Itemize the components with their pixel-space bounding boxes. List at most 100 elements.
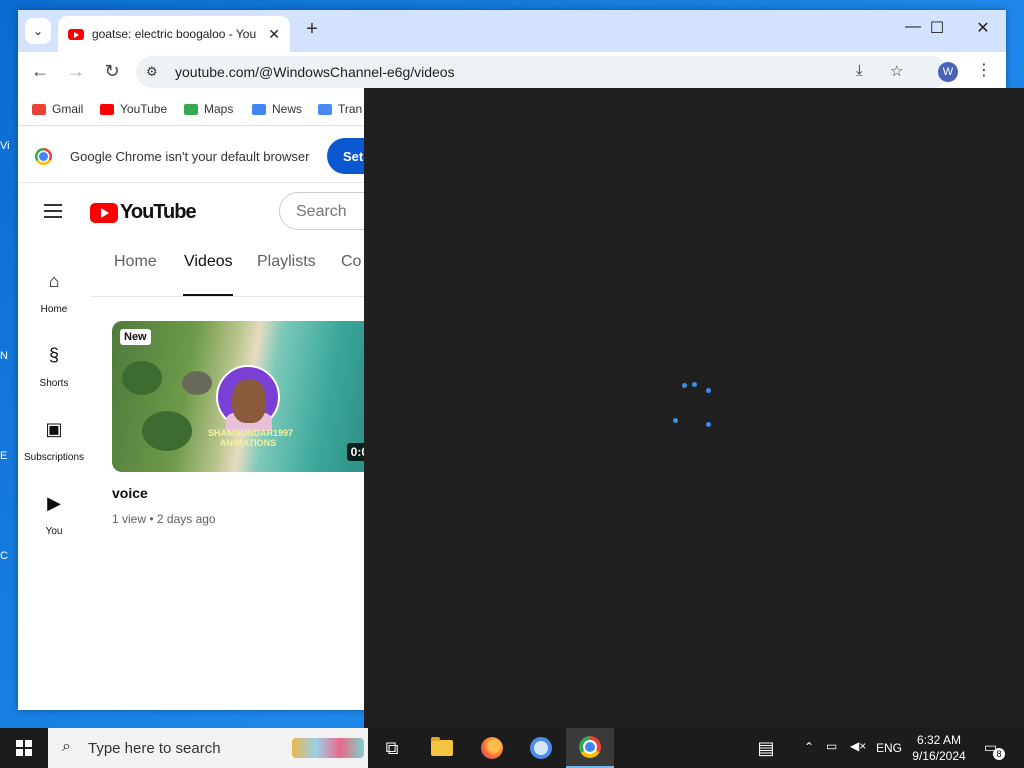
video-title[interactable]: voice	[112, 485, 148, 501]
network-icon[interactable]: ▭	[826, 739, 837, 753]
tab-strip: ⌄ goatse: electric boogaloo - You ✕ + — …	[18, 10, 1006, 52]
chrome-taskbar-icon[interactable]	[566, 728, 614, 768]
video-thumbnail[interactable]: New SHAMSUNDAR1997 ANIMATIONS 0:0	[112, 321, 372, 472]
sidebar-item-you[interactable]: ▶ You	[18, 493, 90, 539]
maximize-button[interactable]: ☐	[922, 18, 952, 38]
chrome-logo-icon	[35, 148, 52, 165]
sidebar-item-subscriptions[interactable]: ▣ Subscriptions	[18, 419, 90, 465]
tab-title: goatse: electric boogaloo - You	[92, 27, 257, 41]
thumbnail-house	[182, 371, 212, 395]
site-info-icon[interactable]: ⚙	[146, 64, 158, 80]
desktop-icon-partial[interactable]: E	[0, 450, 18, 474]
youtube-play-icon	[90, 202, 118, 223]
spinner-dot	[706, 422, 711, 427]
bookmark-news[interactable]: News	[252, 102, 302, 116]
browser-toolbar: ← → ↻ ⚙ youtube.com/@WindowsChannel-e6g/…	[18, 52, 1006, 92]
bookmark-label: Maps	[204, 102, 234, 116]
desktop-icon-partial[interactable]: C	[0, 550, 18, 574]
bookmark-youtube[interactable]: YouTube	[100, 102, 167, 116]
menu-kebab-icon[interactable]: ⋮	[976, 60, 992, 80]
news-widget-icon[interactable]: ▤	[742, 728, 790, 768]
active-tab-indicator	[183, 294, 233, 296]
translate-icon	[318, 103, 332, 115]
spinner-dot	[682, 383, 687, 388]
tabs-divider	[90, 296, 364, 297]
maps-icon	[184, 103, 198, 115]
start-button[interactable]	[0, 728, 48, 768]
reload-icon[interactable]: ↻	[100, 61, 124, 82]
subscriptions-icon: ▣	[45, 419, 63, 439]
new-badge: New	[120, 329, 151, 345]
language-indicator[interactable]: ENG	[876, 741, 902, 755]
tab-close-icon[interactable]: ✕	[268, 26, 280, 43]
clock-date: 9/16/2024	[912, 749, 966, 763]
tab-videos[interactable]: Videos	[184, 253, 233, 271]
notification-count-badge: 8	[993, 748, 1005, 760]
hamburger-menu-icon[interactable]	[44, 204, 62, 218]
address-bar[interactable]: ⚙ youtube.com/@WindowsChannel-e6g/videos…	[136, 56, 948, 88]
youtube-logo-text: YouTube	[120, 201, 197, 223]
bookmark-label: News	[272, 102, 303, 116]
you-icon: ▶	[47, 493, 61, 513]
shorts-icon: §	[48, 345, 59, 365]
bookmark-translate[interactable]: Tran	[318, 102, 362, 116]
spinner-dot	[692, 382, 697, 387]
tray-chevron-up-icon[interactable]: ⌃	[804, 740, 814, 754]
search-icon: ⌕	[62, 738, 71, 755]
back-arrow-icon[interactable]: ←	[28, 61, 52, 82]
youtube-favicon-icon	[68, 28, 84, 40]
bookmark-maps[interactable]: Maps	[184, 102, 233, 116]
loading-overlay-window	[364, 88, 1024, 728]
bookmark-label: Gmail	[52, 102, 84, 116]
sidebar-label: You	[45, 526, 63, 537]
tab-search-button[interactable]: ⌄	[25, 18, 51, 44]
file-explorer-icon[interactable]	[418, 728, 466, 768]
thumbnail-watermark: SHAMSUNDAR1997 ANIMATIONS	[208, 428, 294, 448]
desktop-icon-partial[interactable]: Vi	[0, 140, 18, 164]
firefox-icon[interactable]	[468, 728, 516, 768]
install-app-icon[interactable]: ⤓	[856, 62, 863, 79]
default-browser-infobar: Google Chrome isn't your default browser…	[18, 127, 387, 183]
forward-arrow-icon[interactable]: →	[64, 61, 88, 82]
clock-time: 6:32 AM	[916, 733, 962, 747]
news-icon	[252, 103, 266, 115]
youtube-icon	[100, 103, 114, 115]
sidebar-label: Home	[40, 304, 68, 315]
desktop-icon-partial[interactable]: N	[0, 350, 18, 374]
avatar-face	[232, 379, 266, 423]
search-highlight-icon	[292, 738, 364, 758]
chromium-icon[interactable]	[517, 728, 565, 768]
chevron-down-icon: ⌄	[32, 24, 44, 38]
close-window-button[interactable]: ✕	[968, 18, 998, 38]
profile-avatar[interactable]: W	[938, 62, 958, 82]
bookmark-label: Tran	[338, 102, 363, 116]
taskbar-search-text: Type here to search	[88, 740, 221, 757]
channel-avatar	[216, 365, 280, 431]
sidebar-item-home[interactable]: ⌂ Home	[18, 271, 90, 317]
bookmark-star-icon[interactable]: ☆	[890, 62, 903, 80]
gmail-icon	[32, 103, 46, 115]
tab-community[interactable]: Co	[341, 253, 361, 271]
bookmark-label: YouTube	[120, 102, 168, 116]
thumbnail-tree	[122, 361, 162, 395]
thumbnail-tree	[142, 411, 192, 451]
browser-tab-active[interactable]: goatse: electric boogaloo - You ✕	[58, 16, 290, 52]
windows-taskbar: ⌕ Type here to search ⧉ ▤ ⌃ ▭ ◀× ENG 6:3…	[0, 728, 1024, 768]
youtube-logo[interactable]: YouTube	[90, 201, 197, 224]
tab-playlists[interactable]: Playlists	[257, 253, 316, 271]
spinner-dot	[673, 418, 678, 423]
url-text[interactable]: youtube.com/@WindowsChannel-e6g/videos	[175, 64, 455, 80]
tab-home[interactable]: Home	[114, 253, 157, 271]
task-view-icon[interactable]: ⧉	[368, 728, 416, 768]
volume-muted-icon[interactable]: ◀×	[850, 739, 866, 753]
taskbar-search-box[interactable]: ⌕ Type here to search	[48, 728, 368, 768]
new-tab-button[interactable]: +	[300, 18, 324, 41]
sidebar-item-shorts[interactable]: § Shorts	[18, 345, 90, 391]
infobar-message: Google Chrome isn't your default browser	[70, 149, 310, 164]
bookmark-gmail[interactable]: Gmail	[32, 102, 83, 116]
taskbar-clock[interactable]: 6:32 AM 9/16/2024	[906, 732, 972, 764]
spinner-dot	[706, 388, 711, 393]
sidebar-label: Shorts	[39, 378, 69, 389]
youtube-page: YouTube Search ⌂ Home § Shorts ▣ Subscri…	[18, 183, 419, 710]
video-meta: 1 view • 2 days ago	[112, 512, 216, 526]
